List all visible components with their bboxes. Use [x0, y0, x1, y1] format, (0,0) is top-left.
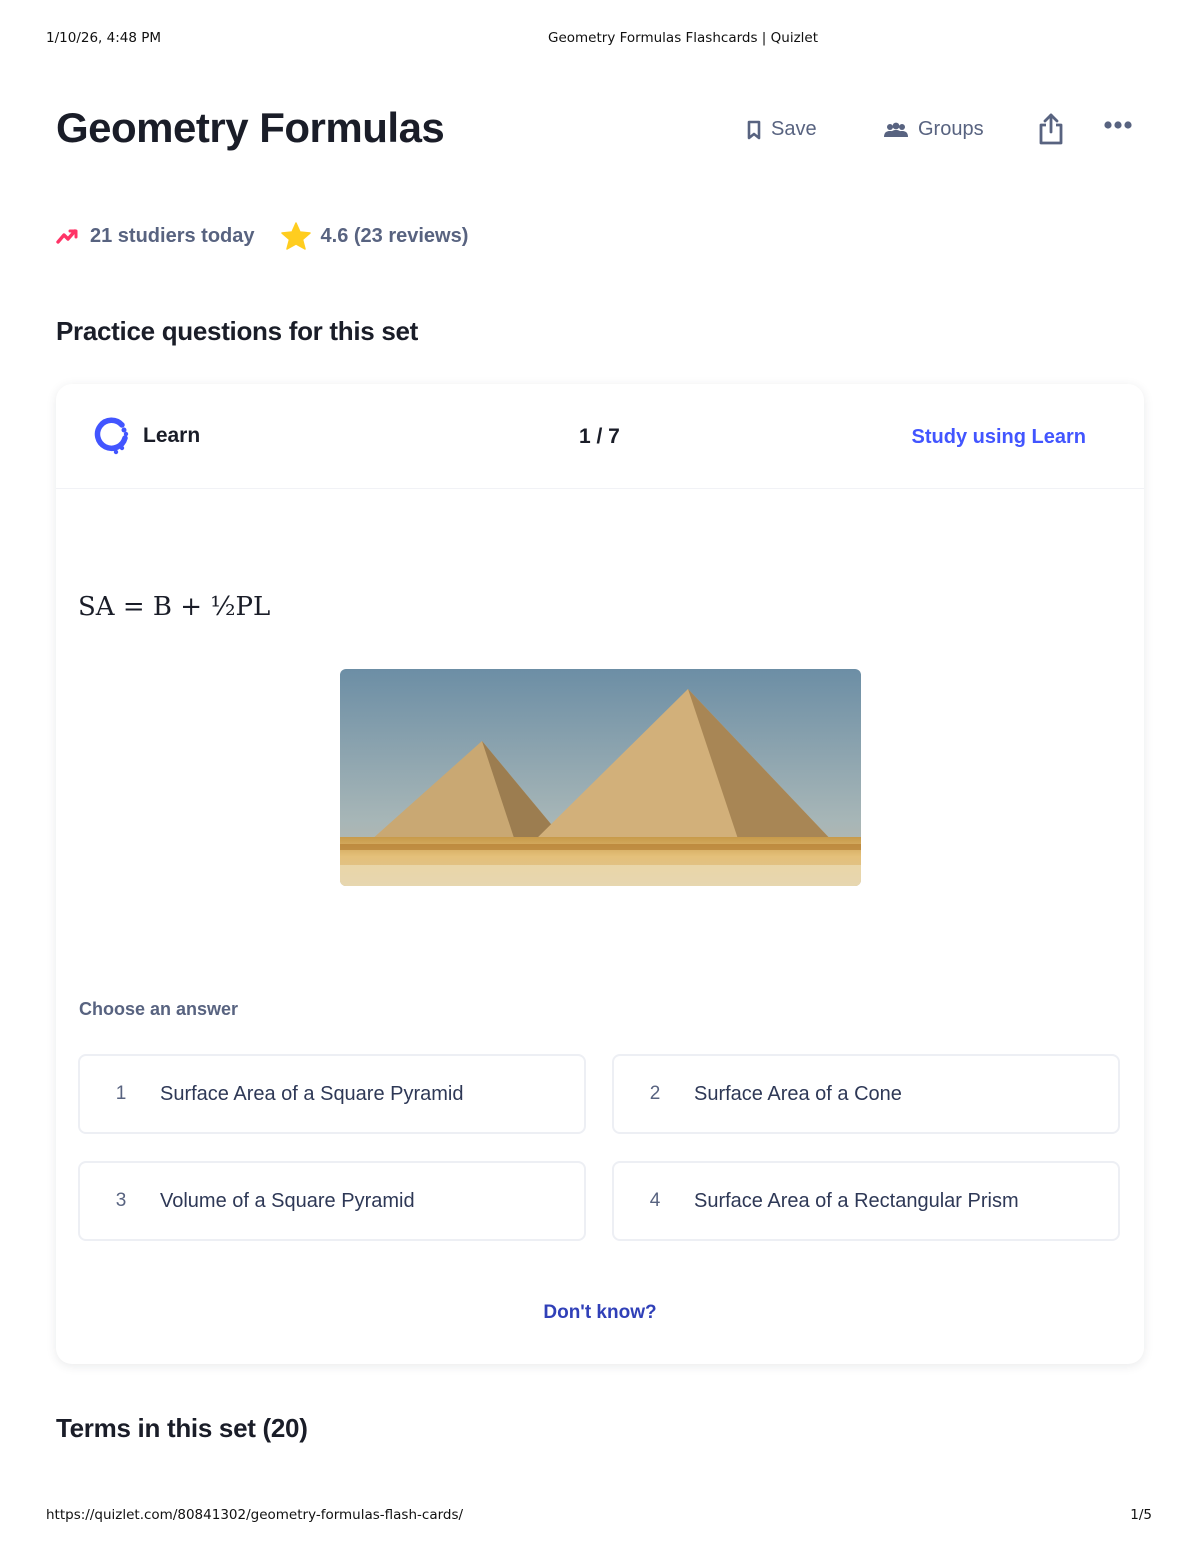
share-button[interactable]: [1037, 112, 1065, 146]
star-icon: [280, 222, 311, 250]
print-page-title: Geometry Formulas Flashcards | Quizlet: [548, 30, 819, 46]
option-number: 2: [649, 1083, 661, 1104]
save-label: Save: [771, 118, 817, 140]
studiers-stat: 21 studiers today: [56, 225, 255, 248]
option-number: 3: [115, 1190, 127, 1211]
trending-up-icon: [56, 228, 80, 244]
print-header: 1/10/26, 4:48 PM Geometry Formulas Flash…: [46, 30, 1152, 48]
choose-answer-label: Choose an answer: [79, 999, 239, 1019]
more-dots-icon: [1103, 120, 1133, 130]
learn-icon: [92, 416, 130, 456]
set-stats: 21 studiers today 4.6 (23 reviews): [56, 222, 468, 250]
answer-option-2[interactable]: 2 Surface Area of a Cone: [612, 1054, 1120, 1134]
answer-option-4[interactable]: 4 Surface Area of a Rectangular Prism: [612, 1161, 1120, 1241]
option-number: 4: [649, 1190, 661, 1211]
option-label: Surface Area of a Rectangular Prism: [694, 1189, 1019, 1212]
terms-heading: Terms in this set (20): [56, 1413, 308, 1443]
share-icon: [1037, 112, 1065, 146]
learn-mode-label: Learn: [92, 416, 200, 456]
print-url: https://quizlet.com/80841302/geometry-fo…: [46, 1507, 464, 1523]
groups-icon: [883, 122, 909, 138]
term-formula: SA = B + ½PL: [78, 592, 271, 622]
save-button[interactable]: Save: [746, 118, 817, 141]
option-label: Surface Area of a Square Pyramid: [160, 1082, 464, 1105]
groups-label: Groups: [918, 118, 984, 140]
set-actions: Save Groups: [0, 112, 1200, 148]
studiers-count: 21 studiers today: [90, 224, 255, 247]
rating-stat[interactable]: 4.6 (23 reviews): [280, 222, 469, 250]
learn-mode-text: Learn: [143, 424, 201, 447]
practice-card-header: Learn 1 / 7 Study using Learn: [56, 384, 1144, 489]
rating-value: 4.6 (23 reviews): [320, 224, 469, 247]
option-label: Surface Area of a Cone: [694, 1082, 902, 1105]
practice-heading: Practice questions for this set: [56, 316, 419, 346]
bookmark-icon: [746, 120, 762, 140]
more-button[interactable]: [1103, 120, 1133, 130]
dont-know-button[interactable]: Don't know?: [56, 1302, 1144, 1324]
question-progress: 1 / 7: [579, 425, 620, 448]
option-label: Volume of a Square Pyramid: [160, 1189, 415, 1212]
pyramids-image: [340, 669, 861, 886]
answer-option-3[interactable]: 3 Volume of a Square Pyramid: [78, 1161, 586, 1241]
option-number: 1: [115, 1083, 127, 1104]
groups-button[interactable]: Groups: [883, 118, 984, 141]
practice-card: Learn 1 / 7 Study using Learn SA = B + ½…: [56, 384, 1144, 1364]
answer-option-1[interactable]: 1 Surface Area of a Square Pyramid: [78, 1054, 586, 1134]
print-datetime: 1/10/26, 4:48 PM: [46, 30, 162, 46]
print-page-number: 1/5: [1130, 1507, 1152, 1523]
print-footer: https://quizlet.com/80841302/geometry-fo…: [46, 1507, 1152, 1525]
study-using-learn-link[interactable]: Study using Learn: [912, 426, 1086, 449]
